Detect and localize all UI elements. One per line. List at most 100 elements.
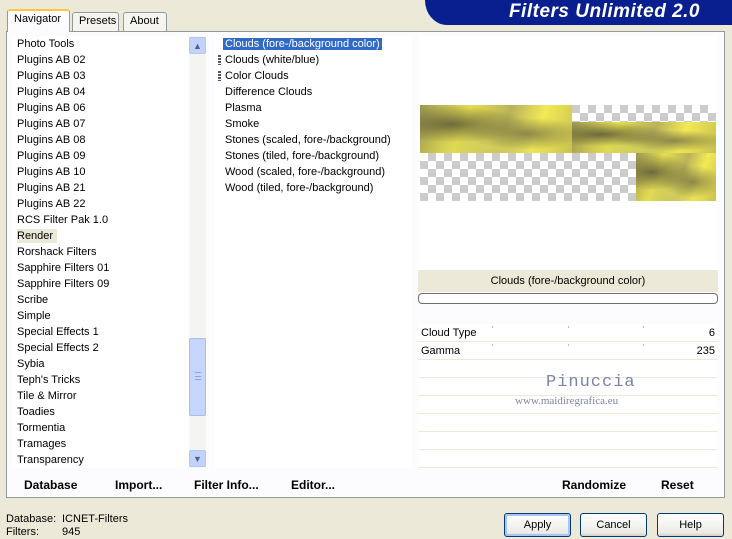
scroll-thumb[interactable]	[189, 338, 206, 416]
tab-navigator[interactable]: Navigator	[7, 9, 70, 32]
scroll-down-icon[interactable]: ▼	[189, 450, 206, 467]
scroll-up-icon[interactable]: ▲	[189, 37, 206, 54]
category-label: Plugins AB 09	[17, 150, 86, 162]
category-label: Tormentia	[17, 422, 66, 434]
filter-item[interactable]: Wood (scaled, fore-/background)	[215, 164, 412, 180]
category-label: Plugins AB 08	[17, 134, 86, 146]
param-value: 235	[696, 345, 715, 357]
import-button[interactable]: Import...	[115, 474, 162, 496]
filters-label: Filters:	[6, 526, 39, 538]
watermark-url: www.maidiregrafica.eu	[515, 395, 619, 407]
category-item[interactable]: Plugins AB 04	[12, 84, 190, 100]
database-value: ICNET-Filters	[62, 513, 128, 525]
category-label: Plugins AB 03	[17, 70, 86, 82]
filter-label: Stones (tiled, fore-/background)	[225, 150, 380, 162]
category-item[interactable]: Sapphire Filters 01	[12, 260, 190, 276]
category-label: Tile & Mirror	[17, 390, 77, 402]
category-label: Render	[17, 229, 58, 243]
reset-button[interactable]: Reset	[661, 474, 694, 496]
filter-label: Wood (scaled, fore-/background)	[225, 166, 385, 178]
category-item[interactable]: Teph's Tricks	[12, 372, 190, 388]
filter-label: Stones (scaled, fore-/background)	[225, 134, 391, 146]
category-item[interactable]: Sybia	[12, 356, 190, 372]
category-label: Special Effects 1	[17, 326, 99, 338]
category-item[interactable]: Plugins AB 22	[12, 196, 190, 212]
category-label: RCS Filter Pak 1.0	[17, 214, 109, 226]
category-item[interactable]: Special Effects 2	[12, 340, 190, 356]
param-value: 6	[708, 327, 715, 339]
filter-item[interactable]: Clouds (white/blue)	[215, 52, 412, 68]
filter-item[interactable]: Stones (tiled, fore-/background)	[215, 148, 412, 164]
database-button[interactable]: Database	[24, 474, 77, 496]
category-label: Plugins AB 10	[17, 166, 86, 178]
category-item[interactable]: Tile & Mirror	[12, 388, 190, 404]
category-item[interactable]: Plugins AB 03	[12, 68, 190, 84]
category-list[interactable]: Photo Tools Plugins AB 02 Plugins AB 03 Plu…	[12, 36, 190, 468]
category-label: Sybia	[17, 358, 45, 370]
category-item[interactable]: Simple	[12, 308, 190, 324]
filter-list[interactable]: Clouds (fore-/background color) Clouds (w…	[215, 36, 412, 468]
preview-image	[420, 105, 716, 201]
param-row-empty	[418, 432, 718, 450]
category-item[interactable]: Plugins AB 10	[12, 164, 190, 180]
filter-item[interactable]: Clouds (fore-/background color)	[215, 36, 412, 52]
cancel-button[interactable]: Cancel	[580, 513, 647, 537]
category-item[interactable]: Rorshack Filters	[12, 244, 190, 260]
title-banner: Filters Unlimited 2.0	[425, 0, 732, 25]
category-label: Sapphire Filters 01	[17, 262, 110, 274]
param-row-cloud-type[interactable]: Cloud Type 6	[418, 324, 718, 342]
param-row-gamma[interactable]: Gamma 235	[418, 342, 718, 360]
category-label: Teph's Tricks	[17, 374, 81, 386]
marker-icon	[218, 55, 221, 65]
filter-label: Clouds (fore-/background color)	[223, 38, 382, 50]
category-item[interactable]: Special Effects 1	[12, 324, 190, 340]
category-item[interactable]: RCS Filter Pak 1.0	[12, 212, 190, 228]
editor-button[interactable]: Editor...	[291, 474, 335, 496]
filter-item[interactable]: Wood (tiled, fore-/background)	[215, 180, 412, 196]
filter-label: Clouds (white/blue)	[225, 54, 320, 66]
filter-info-button[interactable]: Filter Info...	[194, 474, 259, 496]
filter-label: Wood (tiled, fore-/background)	[225, 182, 374, 194]
filter-item[interactable]: Smoke	[215, 116, 412, 132]
category-item[interactable]: Transparency	[12, 452, 190, 468]
category-item[interactable]: Plugins AB 21	[12, 180, 190, 196]
category-label: Plugins AB 06	[17, 102, 86, 114]
category-label: Simple	[17, 310, 51, 322]
filter-item[interactable]: Plasma	[215, 100, 412, 116]
category-item[interactable]: Tramages	[12, 436, 190, 452]
category-scrollbar[interactable]: ▲ ▼	[189, 36, 206, 468]
filter-label: Plasma	[225, 102, 262, 114]
selected-filter-title: Clouds (fore-/background color)	[418, 270, 718, 292]
category-label: Rorshack Filters	[17, 246, 97, 258]
watermark-name: Pinuccia	[546, 373, 636, 392]
category-item[interactable]: Plugins AB 07	[12, 116, 190, 132]
category-label: Plugins AB 02	[17, 54, 86, 66]
database-label: Database:	[6, 513, 57, 525]
apply-button[interactable]: Apply	[504, 513, 571, 537]
app-title: Filters Unlimited 2.0	[508, 1, 700, 22]
filter-item[interactable]: Color Clouds	[215, 68, 412, 84]
tab-presets[interactable]: Presets	[72, 12, 119, 31]
filter-label: Difference Clouds	[225, 86, 313, 98]
marker-icon	[218, 71, 221, 81]
filter-item[interactable]: Difference Clouds	[215, 84, 412, 100]
category-label: Scribe	[17, 294, 49, 306]
category-item[interactable]: Photo Tools	[12, 36, 190, 52]
filter-item[interactable]: Stones (scaled, fore-/background)	[215, 132, 412, 148]
category-item[interactable]: Sapphire Filters 09	[12, 276, 190, 292]
category-item[interactable]: Toadies	[12, 404, 190, 420]
category-item[interactable]: Plugins AB 08	[12, 132, 190, 148]
category-item[interactable]: Scribe	[12, 292, 190, 308]
category-label: Plugins AB 04	[17, 86, 86, 98]
progress-bar	[418, 293, 718, 304]
category-item[interactable]: Plugins AB 02	[12, 52, 190, 68]
param-row-empty	[418, 450, 718, 468]
tab-about[interactable]: About	[123, 12, 167, 31]
category-item[interactable]: Plugins AB 09	[12, 148, 190, 164]
randomize-button[interactable]: Randomize	[562, 474, 626, 496]
category-item[interactable]: Plugins AB 06	[12, 100, 190, 116]
category-item[interactable]: Tormentia	[12, 420, 190, 436]
help-button[interactable]: Help	[657, 513, 724, 537]
category-item[interactable]: Render	[12, 228, 190, 244]
category-label: Special Effects 2	[17, 342, 99, 354]
